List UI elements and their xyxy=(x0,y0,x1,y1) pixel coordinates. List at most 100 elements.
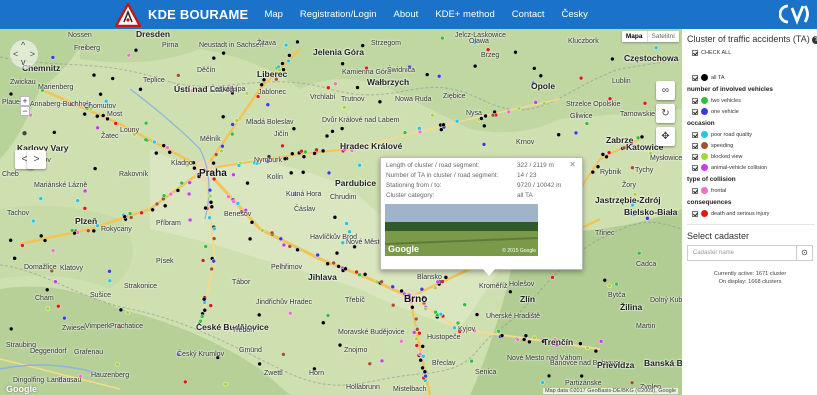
cluster-marker[interactable] xyxy=(8,91,14,97)
cluster-marker[interactable] xyxy=(506,109,511,115)
cluster-marker[interactable] xyxy=(521,337,527,342)
nav-registration-login[interactable]: Registration/Login xyxy=(300,9,377,20)
cluster-marker[interactable] xyxy=(152,139,157,145)
cluster-marker[interactable] xyxy=(295,39,300,45)
cluster-marker[interactable] xyxy=(301,154,307,159)
cluster-marker[interactable] xyxy=(418,358,423,363)
cluster-marker[interactable] xyxy=(31,218,36,224)
cluster-marker[interactable] xyxy=(245,180,250,186)
cluster-marker[interactable] xyxy=(269,230,275,236)
cluster-marker[interactable] xyxy=(226,194,231,199)
cluster-marker[interactable] xyxy=(639,134,645,140)
filter-checkbox[interactable] xyxy=(692,187,698,194)
map-type-satellite[interactable]: Satelitní xyxy=(646,31,680,42)
cluster-marker[interactable] xyxy=(550,275,555,280)
cluster-marker[interactable] xyxy=(69,228,75,233)
cluster-marker[interactable] xyxy=(414,343,419,348)
cluster-marker[interactable] xyxy=(303,149,308,155)
cluster-marker[interactable] xyxy=(257,312,262,318)
cluster-marker[interactable] xyxy=(342,105,347,110)
cluster-marker[interactable] xyxy=(162,203,168,209)
cluster-marker[interactable] xyxy=(86,228,91,233)
cluster-marker[interactable] xyxy=(362,272,368,277)
cluster-marker[interactable] xyxy=(207,215,212,220)
cluster-marker[interactable] xyxy=(333,81,338,86)
cluster-marker[interactable] xyxy=(423,306,428,311)
check-all-checkbox[interactable] xyxy=(692,49,698,56)
cluster-marker[interactable] xyxy=(325,313,331,318)
cluster-marker[interactable] xyxy=(420,344,425,349)
cluster-marker[interactable] xyxy=(220,143,225,149)
cluster-marker[interactable] xyxy=(490,112,496,118)
cluster-marker[interactable] xyxy=(287,244,292,249)
filter-row[interactable]: two vehicles xyxy=(692,95,817,106)
cluster-marker[interactable] xyxy=(606,150,612,155)
cluster-marker[interactable] xyxy=(82,111,87,117)
cluster-marker[interactable] xyxy=(265,102,270,107)
cluster-marker[interactable] xyxy=(417,351,423,357)
cluster-marker[interactable] xyxy=(199,314,205,319)
cluster-marker[interactable] xyxy=(128,215,134,220)
cluster-marker[interactable] xyxy=(326,85,331,90)
cluster-marker[interactable] xyxy=(637,250,642,256)
map-type-map[interactable]: Mapa xyxy=(622,31,647,42)
cluster-marker[interactable] xyxy=(653,45,659,50)
cluster-marker[interactable] xyxy=(12,256,17,261)
cluster-marker[interactable] xyxy=(584,121,590,126)
pan-control[interactable]: ^ < > v xyxy=(9,39,39,69)
cluster-marker[interactable] xyxy=(585,345,590,351)
cluster-marker[interactable] xyxy=(211,160,216,166)
cluster-marker[interactable] xyxy=(208,200,214,205)
cluster-marker[interactable] xyxy=(235,201,241,206)
cluster-marker[interactable] xyxy=(419,287,425,292)
map-type-switch[interactable]: Mapa Satelitní xyxy=(621,31,680,42)
cluster-marker[interactable] xyxy=(257,361,262,367)
filter-all-ta-row[interactable]: all TA xyxy=(692,72,817,83)
cluster-marker[interactable] xyxy=(340,240,345,246)
cluster-marker[interactable] xyxy=(8,326,14,332)
cluster-marker[interactable] xyxy=(143,137,149,143)
cluster-marker[interactable] xyxy=(343,266,348,272)
cluster-marker[interactable] xyxy=(336,264,341,269)
cluster-marker[interactable] xyxy=(280,143,285,149)
cluster-marker[interactable] xyxy=(211,55,217,61)
cluster-marker[interactable] xyxy=(126,53,132,58)
check-all-row[interactable]: CHECK ALL xyxy=(692,47,817,58)
cluster-marker[interactable] xyxy=(291,126,297,131)
filter-row[interactable]: blocked view xyxy=(692,151,817,162)
cluster-marker[interactable] xyxy=(430,112,435,118)
cluster-marker[interactable] xyxy=(295,247,300,253)
cluster-marker[interactable] xyxy=(391,303,396,308)
cluster-marker[interactable] xyxy=(192,165,197,171)
cluster-marker[interactable] xyxy=(143,120,149,126)
cluster-marker[interactable] xyxy=(546,373,552,379)
cluster-marker[interactable] xyxy=(532,335,537,340)
cluster-marker[interactable] xyxy=(278,236,283,242)
filter-checkbox[interactable] xyxy=(692,142,698,149)
cluster-marker[interactable] xyxy=(600,152,606,157)
map-canvas[interactable]: Nossen Dresden Chemnitz Freiberg Pirna Neusta… xyxy=(0,29,682,395)
cluster-marker[interactable] xyxy=(414,336,419,341)
cluster-marker[interactable] xyxy=(324,133,330,139)
cluster-marker[interactable] xyxy=(231,172,236,177)
cluster-marker[interactable] xyxy=(437,74,442,79)
cluster-marker[interactable] xyxy=(95,125,100,131)
cluster-marker[interactable] xyxy=(183,379,188,385)
cluster-marker[interactable] xyxy=(42,238,48,243)
cluster-marker[interactable] xyxy=(315,252,320,258)
cluster-marker[interactable] xyxy=(499,333,505,338)
cluster-marker[interactable] xyxy=(573,130,579,136)
cluster-marker[interactable] xyxy=(469,358,474,364)
cluster-marker[interactable] xyxy=(540,380,545,385)
cluster-marker[interactable] xyxy=(200,258,206,263)
cluster-marker[interactable] xyxy=(282,156,288,161)
cluster-marker[interactable] xyxy=(203,205,208,211)
cluster-marker[interactable] xyxy=(230,122,235,127)
cluster-marker[interactable] xyxy=(593,348,599,354)
cluster-marker[interactable] xyxy=(602,277,607,283)
filter-checkbox[interactable] xyxy=(692,153,698,160)
cluster-marker[interactable] xyxy=(402,130,408,135)
nav-kde-method[interactable]: KDE+ method xyxy=(435,9,494,20)
cluster-marker[interactable] xyxy=(260,228,265,233)
cluster-marker[interactable] xyxy=(107,269,112,274)
